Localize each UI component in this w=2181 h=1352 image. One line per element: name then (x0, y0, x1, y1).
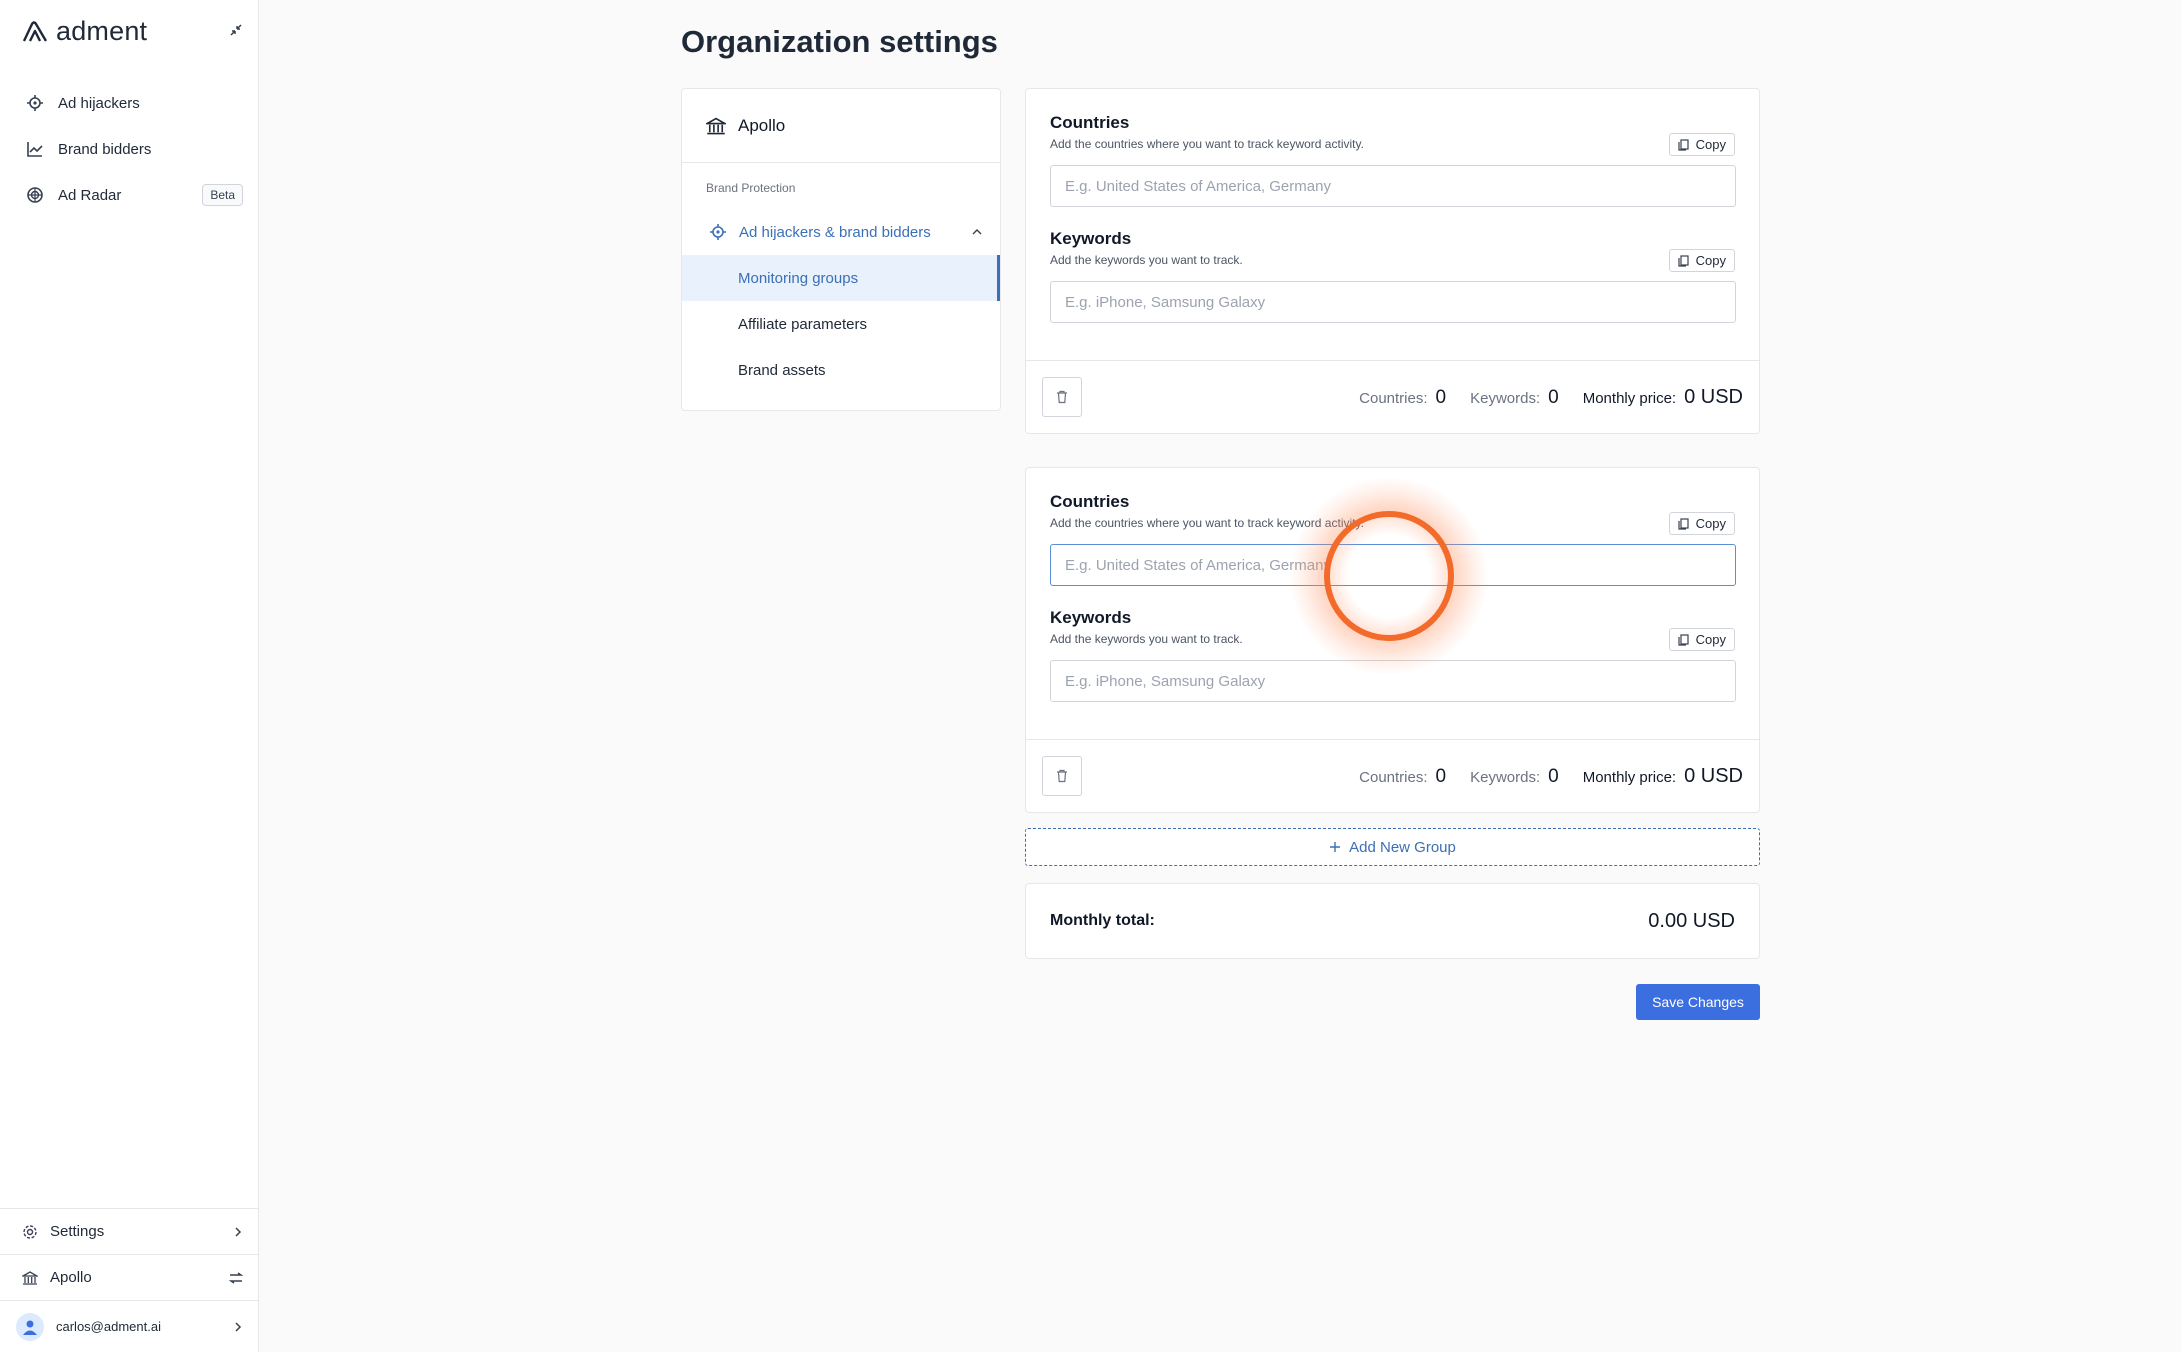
copy-icon (1678, 138, 1689, 151)
countries-count: 0 (1435, 386, 1447, 408)
nav-parent-label: Ad hijackers & brand bidders (739, 223, 931, 241)
crosshair-icon (27, 95, 43, 111)
org-label: Apollo (50, 1269, 92, 1286)
settings-label: Settings (50, 1223, 105, 1240)
copy-label: Copy (1695, 516, 1726, 531)
sidebar-item-brand-bidders[interactable]: Brand bidders (0, 126, 259, 172)
add-new-group-button[interactable]: Add New Group (1025, 828, 1760, 866)
monthly-price-label: Monthly price: (1582, 389, 1677, 407)
copy-icon (1678, 254, 1689, 267)
org-nav-list: Ad hijackers & brand bidders Monitoring … (682, 209, 1000, 393)
app-name: adment (56, 16, 148, 46)
copy-countries-button[interactable]: Copy (1668, 133, 1735, 156)
org-name: Apollo (738, 115, 786, 135)
line-chart-icon (27, 142, 43, 157)
gear-icon (23, 1224, 37, 1239)
trash-icon (1057, 769, 1067, 783)
sidebar-item-label: Ad Radar (58, 186, 122, 204)
keywords-count-label: Keywords: (1470, 389, 1541, 407)
nav-affiliate-parameters[interactable]: Affiliate parameters (682, 301, 1000, 347)
keywords-header: Keywords Add the keywords you want to tr… (1050, 229, 1735, 272)
user-icon (23, 1320, 37, 1335)
copy-label: Copy (1695, 137, 1726, 152)
sidebar: adment Ad hijackers Brand bidders Ad Rad… (0, 0, 259, 1352)
adment-logo-icon (22, 20, 48, 42)
switch-icon (229, 1271, 243, 1284)
sidebar-item-ad-radar[interactable]: Ad Radar Beta (0, 172, 259, 218)
chevron-up-icon (972, 229, 982, 235)
user-email: carlos@adment.ai (56, 1319, 161, 1334)
keywords-count-label: Keywords: (1470, 768, 1541, 786)
org-settings-nav: Apollo Brand Protection Ad hijackers & b… (681, 88, 1001, 411)
copy-keywords-button[interactable]: Copy (1668, 249, 1735, 272)
nav-ad-hijackers-brand-bidders[interactable]: Ad hijackers & brand bidders (682, 209, 1000, 255)
keywords-input[interactable] (1050, 281, 1736, 323)
monthly-total-label: Monthly total: (1050, 912, 1155, 929)
click-indicator-ring (1324, 511, 1454, 641)
app-logo[interactable]: adment (22, 16, 147, 47)
monthly-price: 0 USD (1684, 764, 1743, 787)
avatar (16, 1312, 44, 1341)
nav-monitoring-groups[interactable]: Monitoring groups (682, 255, 1000, 301)
sidebar-org-switcher[interactable]: Apollo (0, 1254, 259, 1300)
sidebar-user[interactable]: carlos@adment.ai (0, 1300, 259, 1352)
sidebar-nav: Ad hijackers Brand bidders Ad Radar Beta (0, 80, 259, 218)
group-footer: Countries: 0 Keywords: 0 Monthly price: … (1026, 361, 1759, 433)
countries-description: Add the countries where you want to trac… (1050, 137, 1364, 151)
bank-icon (706, 117, 726, 134)
nav-brand-assets[interactable]: Brand assets (682, 347, 1000, 393)
save-changes-button[interactable]: Save Changes (1636, 984, 1760, 1020)
chevron-right-icon (235, 1226, 242, 1237)
group-stats: Countries: 0 Keywords: 0 Monthly price: … (1359, 386, 1743, 409)
sidebar-item-label: Ad hijackers (58, 94, 140, 112)
monthly-price-label: Monthly price: (1582, 768, 1677, 786)
copy-icon (1678, 517, 1689, 530)
copy-countries-button[interactable]: Copy (1668, 512, 1735, 535)
chevron-right-icon (235, 1321, 242, 1332)
group-footer: Countries: 0 Keywords: 0 Monthly price: … (1026, 740, 1759, 812)
copy-label: Copy (1695, 253, 1726, 268)
copy-icon (1678, 633, 1689, 646)
add-group-label: Add New Group (1349, 838, 1456, 856)
collapse-sidebar-button[interactable] (226, 20, 246, 40)
sidebar-settings[interactable]: Settings (0, 1208, 259, 1254)
sidebar-footer: Settings Apollo carlos@adment.ai (0, 1208, 259, 1352)
countries-header: Countries Add the countries where you wa… (1050, 113, 1735, 156)
keywords-count: 0 (1548, 386, 1559, 408)
countries-title: Countries (1050, 113, 1130, 132)
page-title: Organization settings (681, 24, 998, 59)
group-stats: Countries: 0 Keywords: 0 Monthly price: … (1359, 765, 1743, 788)
monthly-price: 0 USD (1684, 385, 1743, 408)
monthly-total-card: Monthly total: 0.00 USD (1025, 883, 1760, 959)
collapse-icon (230, 24, 242, 36)
radar-icon (27, 187, 43, 203)
copy-label: Copy (1695, 632, 1726, 647)
sidebar-item-label: Brand bidders (58, 140, 152, 158)
bank-icon (22, 1270, 38, 1285)
beta-badge: Beta (202, 184, 243, 206)
keywords-description: Add the keywords you want to track. (1050, 253, 1243, 267)
keywords-count: 0 (1548, 765, 1559, 787)
group-fields: Countries Add the countries where you wa… (1026, 89, 1759, 361)
crosshair-icon (710, 224, 726, 240)
monitoring-group-card: Countries Add the countries where you wa… (1025, 88, 1760, 434)
delete-group-button[interactable] (1042, 756, 1082, 796)
sidebar-item-ad-hijackers[interactable]: Ad hijackers (0, 80, 259, 126)
trash-icon (1057, 390, 1067, 404)
monthly-total-value: 0.00 USD (1648, 909, 1735, 932)
section-label: Brand Protection (706, 181, 796, 195)
copy-keywords-button[interactable]: Copy (1668, 628, 1735, 651)
org-header: Apollo (682, 89, 1000, 163)
delete-group-button[interactable] (1042, 377, 1082, 417)
countries-count: 0 (1435, 765, 1447, 787)
countries-count-label: Countries: (1359, 389, 1428, 407)
plus-icon (1330, 842, 1341, 852)
keywords-title: Keywords (1050, 229, 1132, 248)
countries-count-label: Countries: (1359, 768, 1428, 786)
countries-input[interactable] (1050, 165, 1736, 207)
